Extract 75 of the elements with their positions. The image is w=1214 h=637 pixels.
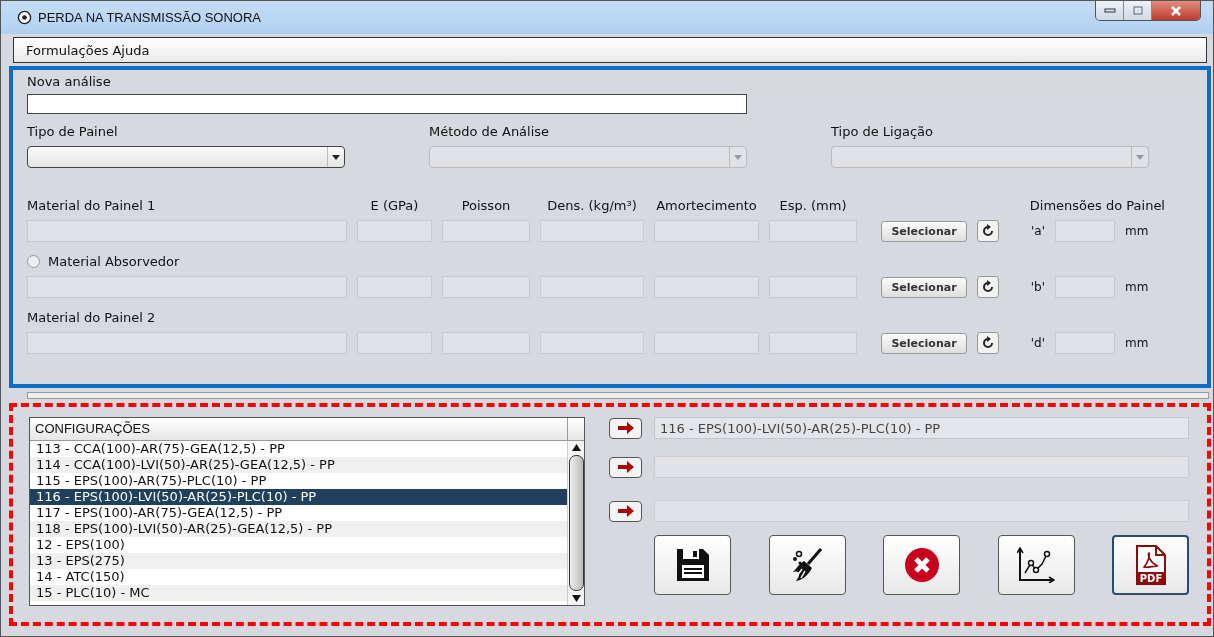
refresh-icon <box>981 224 995 238</box>
close-icon <box>1170 5 1182 16</box>
list-item[interactable]: 117 - EPS(100)-AR(75)-GEA(12,5) - PP <box>30 505 567 521</box>
select-button[interactable]: Selecionar <box>881 332 967 354</box>
cancel-button[interactable] <box>883 535 960 595</box>
list-item[interactable]: 12 - EPS(100) <box>30 537 567 553</box>
analysis-name-field[interactable] <box>27 94 747 114</box>
radio-button[interactable] <box>27 254 40 268</box>
down-arrow-icon <box>571 595 581 602</box>
list-item[interactable]: 14 - ATC(150) <box>30 569 567 585</box>
scrollbar[interactable] <box>567 441 584 605</box>
refresh-icon <box>981 336 995 350</box>
row-label: Material Absorvedor <box>48 253 180 269</box>
clear-button[interactable] <box>768 535 846 595</box>
unit-label: mm <box>1125 224 1150 238</box>
save-button[interactable] <box>654 535 731 595</box>
arrow-icon <box>616 422 635 434</box>
refresh-icon <box>981 280 995 294</box>
dimension-label: 'd' <box>1029 336 1045 350</box>
maximize-button[interactable] <box>1124 1 1152 20</box>
field-label: Método de Análise <box>429 124 551 139</box>
select-button[interactable]: Selecionar <box>881 220 967 242</box>
line-chart-icon <box>1017 547 1055 583</box>
column-label: E (GPa) <box>369 197 420 213</box>
column-label: Poisson <box>460 197 512 213</box>
add-button[interactable] <box>609 456 642 478</box>
caret-icon <box>734 154 742 160</box>
reset-button[interactable] <box>977 276 999 298</box>
menu-item[interactable]: Formulações <box>26 42 109 58</box>
app-icon <box>17 10 32 25</box>
caret-icon <box>332 154 340 160</box>
arrow-icon <box>616 461 635 473</box>
caret-icon <box>1136 154 1144 160</box>
pdf-button[interactable]: PDF <box>1112 535 1189 595</box>
dimension-label: 'b' <box>1029 280 1045 294</box>
list-item[interactable]: 13 - EPS(275) <box>30 553 567 569</box>
menu-item[interactable]: Ajuda <box>112 42 150 58</box>
list-item[interactable]: 113 - CCA(100)-AR(75)-GEA(12,5) - PP <box>30 441 567 457</box>
list-item[interactable]: 116 - EPS(100)-LVI(50)-AR(25)-PLC(10) - PP <box>30 489 567 505</box>
column-label: Esp. (mm) <box>778 197 848 213</box>
reset-button[interactable] <box>977 220 999 242</box>
list-item[interactable]: 115 - EPS(100)-AR(75)-PLC(10) - PP <box>30 473 567 489</box>
arrow-icon <box>616 505 635 517</box>
dimension-label: 'a' <box>1030 224 1045 238</box>
window-title: PERDA NA TRANSMISSÃO SONORA <box>38 10 261 25</box>
horizontal-scrollbar[interactable] <box>27 392 1209 399</box>
maximize-icon <box>1132 6 1143 15</box>
dropdown[interactable] <box>27 146 345 168</box>
broom-icon <box>790 547 824 583</box>
row-label: Material do Painel 2 <box>27 309 156 325</box>
field-label: Tipo de Ligação <box>831 124 934 139</box>
pdf-file-icon: PDF <box>1135 545 1166 585</box>
reset-button[interactable] <box>977 332 999 354</box>
minimize-button[interactable] <box>1096 1 1124 20</box>
add-button[interactable] <box>609 417 642 439</box>
column-label: Dimensões do Painel <box>1028 197 1165 213</box>
field-label: Tipo de Painel <box>27 124 119 139</box>
minimize-icon <box>1103 7 1116 14</box>
row-label: Material do Painel 1 <box>27 197 156 213</box>
cancel-icon <box>903 547 940 583</box>
close-button[interactable] <box>1152 1 1200 20</box>
field-label: Nova análise <box>27 74 112 89</box>
list-item[interactable]: 15 - PLC(10) - MC <box>30 585 567 601</box>
column-label: Dens. (kg/m³) <box>546 197 638 213</box>
list-item[interactable]: 118 - EPS(100)-LVI(50)-AR(25)-GEA(12,5) - PP <box>30 521 567 537</box>
list-header: CONFIGURAÇÕES <box>30 418 568 440</box>
chart-button[interactable] <box>997 535 1075 595</box>
list-item[interactable]: 114 - CCA(100)-LVI(50)-AR(25)-GEA(12,5) - PP <box>30 457 567 473</box>
unit-label: mm <box>1125 336 1150 350</box>
select-button[interactable]: Selecionar <box>881 276 967 298</box>
add-button[interactable] <box>609 500 642 522</box>
unit-label: mm <box>1125 280 1150 294</box>
column-label: Amortecimento <box>655 197 758 213</box>
selected-configuration-field: 116 - EPS(100)-LVI(50)-AR(25)-PLC(10) - PP <box>654 417 1189 439</box>
up-arrow-icon <box>571 444 581 451</box>
